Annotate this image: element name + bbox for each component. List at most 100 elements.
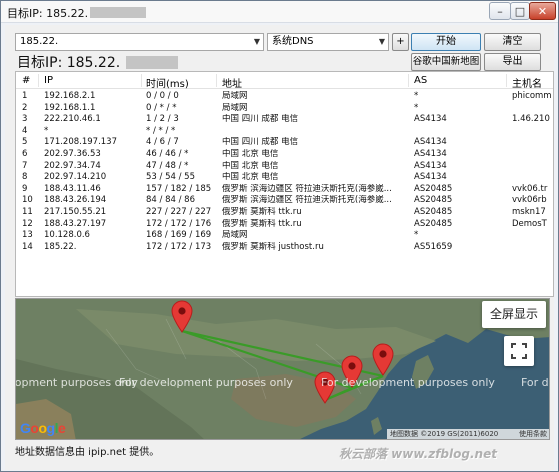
cell-time: 4 / 6 / 7 xyxy=(146,137,179,148)
cell-num: 6 xyxy=(22,149,28,159)
cell-num: 9 xyxy=(22,183,28,194)
cell-addr: 俄罗斯 莫斯科 ttk.ru xyxy=(222,218,302,229)
dns-select[interactable]: 系统DNS ▼ xyxy=(267,33,389,51)
cell-as: * xyxy=(414,91,419,101)
cell-ip: 222.210.46.1 xyxy=(44,114,101,125)
window-title: 目标IP: 185.22. xyxy=(7,5,147,21)
cell-num: 4 xyxy=(22,125,28,136)
redacted-ip-block xyxy=(126,56,179,69)
cell-as: AS20485 xyxy=(414,195,453,206)
cell-time: 227 / 227 / 227 xyxy=(146,207,212,217)
cell-num: 13 xyxy=(22,230,33,241)
cell-time: 172 / 172 / 173 xyxy=(146,241,212,252)
col-time-header[interactable]: 时间(ms) xyxy=(146,75,189,90)
cell-num: 12 xyxy=(22,218,33,229)
cell-as: AS20485 xyxy=(414,218,453,229)
cell-ip: * xyxy=(44,125,49,136)
main-panel: 185.22. ▼ 系统DNS ▼ + 开始 清空 目标IP: 185.22. … xyxy=(5,25,554,470)
cell-ip: 192.168.2.1 xyxy=(44,91,96,101)
cell-addr: 局域网 xyxy=(222,91,248,101)
start-button[interactable]: 开始 xyxy=(411,33,481,51)
google-logo: Google xyxy=(20,420,66,436)
cell-as: AS4134 xyxy=(414,172,447,183)
cell-time: 0 / 0 / 0 xyxy=(146,91,179,101)
table-row[interactable]: 9 188.43.11.46 157 / 182 / 185 俄罗斯 滨海边疆区 符拉… xyxy=(16,183,553,196)
chevron-down-icon[interactable]: ▼ xyxy=(254,34,260,50)
cell-time: 53 / 54 / 55 xyxy=(146,172,195,183)
target-input-value: 185.22. xyxy=(20,36,59,47)
cell-addr: 中国 北京 电信 xyxy=(222,149,279,159)
cell-host: phicomm xyxy=(512,91,552,101)
minimize-button[interactable]: – xyxy=(489,2,511,20)
close-button[interactable]: ✕ xyxy=(529,2,556,20)
col-addr-header[interactable]: 地址 xyxy=(222,75,242,90)
terms-link[interactable]: 使用条款 xyxy=(519,429,547,439)
table-row[interactable]: 11 217.150.55.21 227 / 227 / 227 俄罗斯 莫斯科 tt… xyxy=(16,207,553,219)
table-row[interactable]: 12 188.43.27.197 172 / 172 / 176 俄罗斯 莫斯科 tt… xyxy=(16,218,553,231)
target-ip-heading: 目标IP: 185.22. xyxy=(17,52,179,72)
col-ip-header[interactable]: IP xyxy=(44,75,53,86)
table-row[interactable]: 3 222.210.46.1 1 / 2 / 3 中国 四川 成都 电信 AS4134 1… xyxy=(16,114,553,126)
table-row[interactable]: 2 192.168.1.1 0 / * / * 局域网 * xyxy=(16,102,553,115)
route-map[interactable]: For development purposes only For develo… xyxy=(15,298,550,440)
expand-icon[interactable] xyxy=(504,336,534,366)
cell-num: 5 xyxy=(22,137,28,148)
col-as-header[interactable]: AS xyxy=(414,75,427,86)
cell-num: 1 xyxy=(22,91,28,101)
cell-time: 168 / 169 / 169 xyxy=(146,230,212,241)
cell-time: 46 / 46 / * xyxy=(146,149,189,159)
cell-ip: 185.22. xyxy=(44,241,77,252)
map-credit: 地图数据 ©2019 GS(2011)6020 使用条款 xyxy=(387,429,549,439)
cell-addr: 局域网 xyxy=(222,102,248,113)
cell-host: 1.46.210 xyxy=(512,114,550,125)
cell-host: vvk06rb xyxy=(512,195,547,206)
cell-time: 47 / 48 / * xyxy=(146,160,189,171)
google-map-button[interactable]: 谷歌中国新地图 xyxy=(411,53,481,71)
clear-button[interactable]: 清空 xyxy=(484,33,541,51)
table-header: # IP 时间(ms) 地址 AS 主机名 xyxy=(16,72,553,90)
table-row[interactable]: 7 202.97.34.74 47 / 48 / * 中国 北京 电信 AS4134 xyxy=(16,160,553,173)
table-row[interactable]: 8 202.97.14.210 53 / 54 / 55 中国 北京 电信 AS4134 xyxy=(16,172,553,184)
target-combobox[interactable]: 185.22. ▼ xyxy=(15,33,264,51)
cell-as: AS4134 xyxy=(414,114,447,125)
cell-addr: 俄罗斯 莫斯科 justhost.ru xyxy=(222,241,324,252)
cell-time: 84 / 84 / 86 xyxy=(146,195,195,206)
cell-num: 7 xyxy=(22,160,28,171)
cell-ip: 192.168.1.1 xyxy=(44,102,96,113)
cell-time: 1 / 2 / 3 xyxy=(146,114,179,125)
cell-as: AS20485 xyxy=(414,207,453,217)
maximize-button[interactable]: □ xyxy=(510,2,530,20)
cell-as: AS4134 xyxy=(414,137,447,148)
export-button[interactable]: 导出 xyxy=(484,53,541,71)
table-row[interactable]: 4 * * / * / * xyxy=(16,125,553,138)
cell-as: AS20485 xyxy=(414,183,453,194)
table-row[interactable]: 10 188.43.26.194 84 / 84 / 86 俄罗斯 滨海边疆区 符拉迪… xyxy=(16,195,553,207)
moscow-marker[interactable] xyxy=(170,299,194,333)
cell-addr: 中国 北京 电信 xyxy=(222,172,279,183)
fullscreen-button[interactable]: 全屏显示 xyxy=(482,301,546,328)
table-row[interactable]: 1 192.168.2.1 0 / 0 / 0 局域网 * phicomm xyxy=(16,91,553,103)
redacted-ip-block xyxy=(90,7,147,18)
table-row[interactable]: 5 171.208.197.137 4 / 6 / 7 中国 四川 成都 电信 AS41… xyxy=(16,137,553,149)
cell-time: 157 / 182 / 185 xyxy=(146,183,212,194)
table-row[interactable]: 6 202.97.36.53 46 / 46 / * 中国 北京 电信 AS4134 xyxy=(16,149,553,161)
watermark: 秋云部落 www.zfblog.net xyxy=(339,447,497,461)
cell-addr: 俄罗斯 莫斯科 ttk.ru xyxy=(222,207,302,217)
table-row[interactable]: 13 10.128.0.6 168 / 169 / 169 局域网 * xyxy=(16,230,553,242)
cell-host: vvk06.tr xyxy=(512,183,548,194)
cell-num: 2 xyxy=(22,102,28,113)
dns-select-value: 系统DNS xyxy=(272,36,314,47)
cell-addr: 俄罗斯 滨海边疆区 符拉迪沃斯托克(海参崴... xyxy=(222,195,392,206)
cell-ip: 188.43.27.197 xyxy=(44,218,107,229)
cell-time: * / * / * xyxy=(146,125,176,136)
chevron-down-icon[interactable]: ▼ xyxy=(379,34,385,50)
title-bar[interactable]: 目标IP: 185.22. – □ ✕ xyxy=(1,1,558,23)
table-row[interactable]: 14 185.22. 172 / 172 / 173 俄罗斯 莫斯科 justhost… xyxy=(16,241,553,254)
traceroute-table[interactable]: # IP 时间(ms) 地址 AS 主机名 1 192.168.2.1 0 / 0 … xyxy=(15,71,554,297)
cell-addr: 中国 四川 成都 电信 xyxy=(222,114,299,125)
add-button[interactable]: + xyxy=(392,33,409,51)
col-host-header[interactable]: 主机名 xyxy=(512,75,542,90)
vladivostok-marker[interactable] xyxy=(371,342,395,376)
col-num-header[interactable]: # xyxy=(22,75,30,86)
cell-ip: 171.208.197.137 xyxy=(44,137,118,148)
